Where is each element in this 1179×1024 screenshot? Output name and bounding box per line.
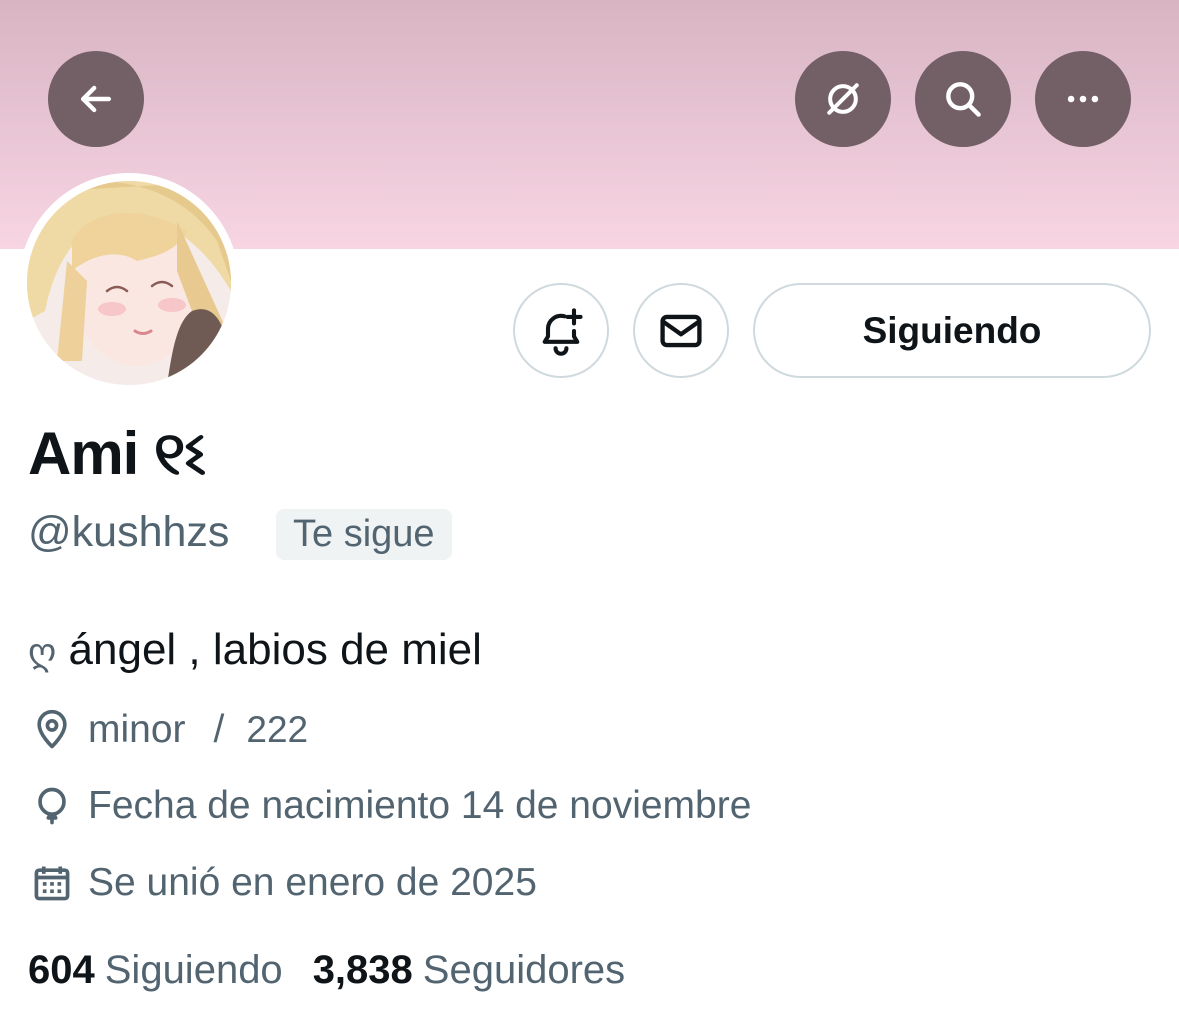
- following-button-label: Siguiendo: [862, 309, 1042, 351]
- follows-you-badge: Te sigue: [276, 509, 452, 560]
- arrow-left-icon: [80, 85, 112, 113]
- message-button[interactable]: [633, 283, 729, 378]
- bell-plus-icon: [542, 307, 583, 356]
- birthday-row: Fecha de nacimiento 14 de noviembre: [30, 778, 751, 834]
- calendar-icon: [34, 866, 70, 901]
- birthday-text: Fecha de nacimiento 14 de noviembre: [88, 784, 752, 827]
- back-button[interactable]: [48, 51, 144, 147]
- following-label: Siguiendo: [104, 948, 283, 992]
- notifications-button[interactable]: [513, 283, 609, 378]
- balloon-icon: [38, 787, 66, 825]
- grok-button[interactable]: [795, 51, 891, 147]
- following-button[interactable]: Siguiendo: [753, 283, 1151, 378]
- grok-icon: [827, 83, 859, 115]
- more-button[interactable]: [1035, 51, 1131, 147]
- followers-stat[interactable]: 3,838 Seguidores: [313, 942, 655, 998]
- following-count: 604: [28, 948, 95, 992]
- joined-text: Se unió en enero de 2025: [88, 861, 537, 904]
- followers-count: 3,838: [312, 948, 413, 992]
- envelope-icon: [660, 314, 702, 347]
- search-button[interactable]: [915, 51, 1011, 147]
- joined-row: Se unió en enero de 2025: [30, 855, 537, 911]
- avatar-illustration: [27, 181, 231, 385]
- bio: ღ ángel , labios de miel: [28, 622, 482, 680]
- avatar[interactable]: [27, 181, 231, 385]
- following-stat[interactable]: 604 Siguiendo: [28, 942, 313, 998]
- display-name: Ami ୧ଽ: [28, 420, 206, 487]
- user-handle: @kushhzs: [28, 508, 230, 556]
- location-row: minor / 222: [30, 702, 308, 758]
- location-text: minor: [88, 708, 186, 751]
- bio-emoji: ღ: [28, 631, 57, 672]
- bio-text: ángel , labios de miel: [68, 625, 482, 674]
- followers-label: Seguidores: [422, 948, 626, 992]
- more-horizontal-icon: [1067, 95, 1099, 103]
- location-separator: /: [213, 708, 225, 751]
- location-pin-icon: [37, 709, 67, 749]
- location-extra: 222: [246, 709, 309, 750]
- search-icon: [946, 82, 981, 117]
- avatar-ring[interactable]: [19, 173, 239, 393]
- follow-stats: 604 Siguiendo 3,838 Seguidores: [28, 942, 655, 998]
